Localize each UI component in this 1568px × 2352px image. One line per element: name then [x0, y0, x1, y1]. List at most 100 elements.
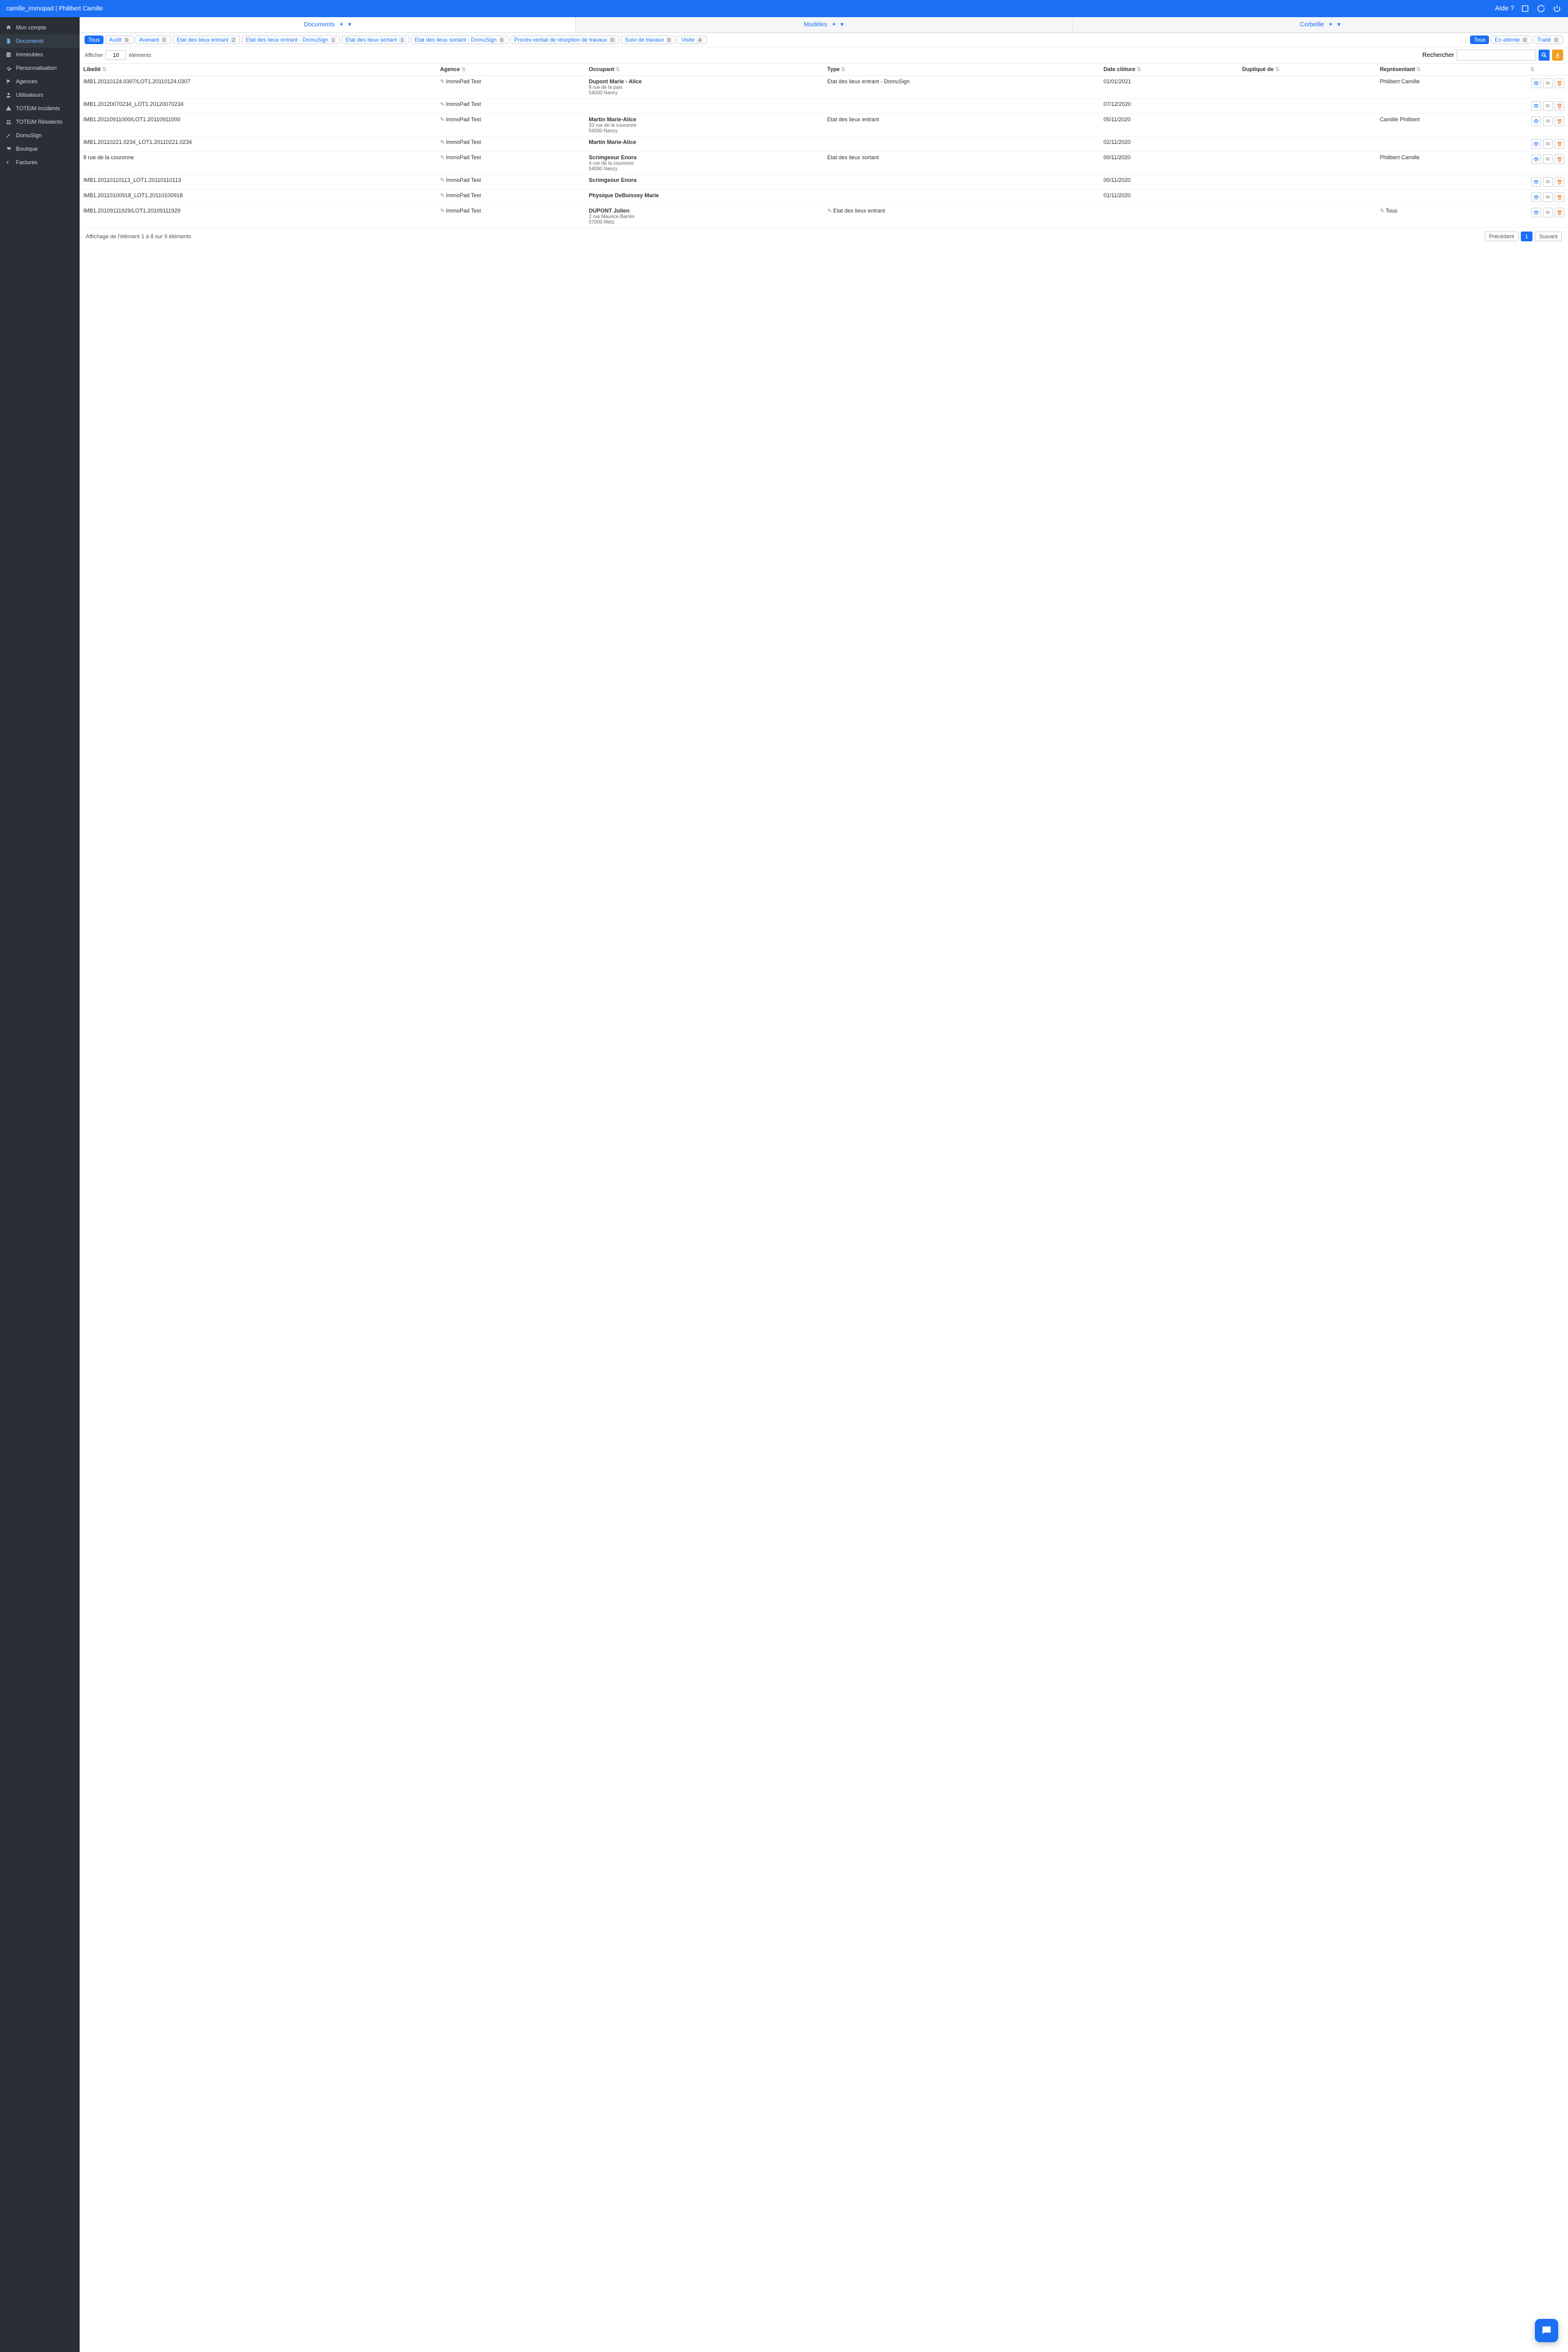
cell-libelle: IMB1.20110124.0307/LOT1.20110124.0307: [80, 76, 437, 99]
tab-modèles[interactable]: Modèles+▾: [576, 17, 1072, 32]
view-button[interactable]: 👁: [1531, 101, 1541, 111]
copy-button[interactable]: ⧉: [1543, 78, 1553, 88]
col-actions[interactable]: ⇅: [1525, 64, 1568, 76]
chat-fab[interactable]: [1535, 2319, 1558, 2342]
table-row[interactable]: IMB1.20120070234_LOT1.20120070234✎ImmoPa…: [80, 99, 1568, 114]
delete-button[interactable]: 🗑: [1555, 101, 1564, 111]
edit-icon[interactable]: ✎: [440, 116, 445, 123]
sidebar-item-utilisateurs[interactable]: Utilisateurs: [0, 88, 80, 102]
copy-button[interactable]: ⧉: [1543, 139, 1553, 149]
table-row[interactable]: IMB1.20110911000/LOT1.20110911000✎ImmoPa…: [80, 114, 1568, 137]
filter-etat-des-lieux-entrant-domusign[interactable]: Etat des lieux entrant - DomuSign1: [242, 36, 340, 44]
copy-button[interactable]: ⧉: [1543, 192, 1553, 202]
chip-label: Audit: [109, 37, 122, 43]
table-row[interactable]: IMB1.20110221.0234_LOT1.20110221.0234✎Im…: [80, 137, 1568, 152]
sidebar-item-domusign[interactable]: DomuSign: [0, 129, 80, 142]
col-occupant[interactable]: Occupant⇅: [585, 64, 823, 76]
view-button[interactable]: 👁: [1531, 208, 1541, 217]
filter-proc-s-verbal-de-r-ception-de-travaux[interactable]: Procès-verbal de réception de travaux0: [510, 36, 619, 44]
sidebar-item-toteim-r-sidents[interactable]: TOTEiM Résidents: [0, 115, 80, 129]
filter-trait-[interactable]: Traité0: [1534, 36, 1563, 44]
search-button[interactable]: [1539, 50, 1550, 61]
col-agence[interactable]: Agence⇅: [437, 64, 586, 76]
chip-count: 0: [1553, 37, 1559, 43]
filter-tous[interactable]: Tous: [85, 36, 104, 44]
view-button[interactable]: 👁: [1531, 154, 1541, 164]
col-repr-sentant[interactable]: Représentant⇅: [1376, 64, 1525, 76]
copy-button[interactable]: ⧉: [1543, 116, 1553, 126]
sidebar-item-documents[interactable]: Documents: [0, 34, 80, 48]
notification-icon[interactable]: [1520, 4, 1530, 13]
col-date-cl-ture[interactable]: Date clôture⇅: [1100, 64, 1238, 76]
filter-suivi-de-travaux[interactable]: Suivi de travaux0: [621, 36, 676, 44]
col-type[interactable]: Type⇅: [824, 64, 1100, 76]
filter-en-attente[interactable]: En attente0: [1491, 36, 1532, 44]
help-link[interactable]: Aide ?: [1495, 5, 1514, 12]
delete-button[interactable]: 🗑: [1555, 78, 1564, 88]
tab-corbeille[interactable]: Corbeille + ▾: [1072, 17, 1568, 32]
filter-etat-des-lieux-sortant-domusign[interactable]: Etat des lieux sortant - DomuSign0: [411, 36, 509, 44]
table-row[interactable]: IMB1.20110124.0307/LOT1.20110124.0307✎Im…: [80, 76, 1568, 99]
table-row[interactable]: IMB1.20110100918_LOT1.20110100918✎ImmoPa…: [80, 190, 1568, 205]
edit-icon[interactable]: ✎: [440, 154, 445, 160]
table-row[interactable]: 8 rue de la couronne✎ImmoPad TestScrimge…: [80, 152, 1568, 175]
add-icon[interactable]: +: [340, 21, 344, 28]
col-libell-[interactable]: Libellé⇅: [80, 64, 437, 76]
copy-button[interactable]: ⧉: [1543, 208, 1553, 217]
delete-button[interactable]: 🗑: [1555, 177, 1564, 187]
chip-label: Suivi de travaux: [625, 37, 664, 43]
user-icon[interactable]: ▾: [348, 21, 351, 28]
delete-button[interactable]: 🗑: [1555, 116, 1564, 126]
sidebar-item-boutique[interactable]: Boutique: [0, 142, 80, 156]
sidebar-item-agences[interactable]: Agences: [0, 75, 80, 88]
page-size-input[interactable]: [105, 50, 126, 60]
copy-button[interactable]: ⧉: [1543, 154, 1553, 164]
copy-button[interactable]: ⧉: [1543, 177, 1553, 187]
power-icon[interactable]: [1552, 4, 1562, 13]
delete-button[interactable]: 🗑: [1555, 139, 1564, 149]
delete-button[interactable]: 🗑: [1555, 208, 1564, 217]
filter-etat-des-lieux-sortant[interactable]: Etat des lieux sortant1: [342, 36, 409, 44]
delete-button[interactable]: 🗑: [1555, 154, 1564, 164]
sidebar-item-mon-compte[interactable]: Mon compte: [0, 21, 80, 34]
view-button[interactable]: 👁: [1531, 177, 1541, 187]
sidebar-item-factures[interactable]: €Factures: [0, 156, 80, 169]
search-input[interactable]: [1457, 50, 1536, 61]
view-button[interactable]: 👁: [1531, 78, 1541, 88]
refresh-icon[interactable]: [1536, 4, 1546, 13]
filter-tous[interactable]: Tous: [1470, 36, 1489, 44]
sidebar-item-immeubles[interactable]: Immeubles: [0, 48, 80, 61]
table-row[interactable]: IMB1.20109111929/LOT1.20109111929✎ImmoPa…: [80, 205, 1568, 228]
table-row[interactable]: IMB1.20110110113_LOT1.20110110113✎ImmoPa…: [80, 175, 1568, 190]
view-button[interactable]: 👁: [1531, 139, 1541, 149]
filter-avenant[interactable]: Avenant0: [135, 36, 171, 44]
page-number[interactable]: 1: [1521, 232, 1532, 241]
filter-audit[interactable]: Audit0: [105, 36, 134, 44]
edit-icon[interactable]: ✎: [440, 208, 445, 214]
download-button[interactable]: [1552, 50, 1563, 61]
view-button[interactable]: 👁: [1531, 116, 1541, 126]
next-page[interactable]: Suivant: [1535, 232, 1562, 241]
user-icon[interactable]: ▾: [1337, 21, 1340, 28]
filter-etat-des-lieux-entrant[interactable]: Etat des lieux entrant2: [173, 36, 240, 44]
edit-icon[interactable]: ✎: [440, 192, 445, 198]
tab-label: Corbeille: [1300, 21, 1324, 28]
sidebar-item-toteim-incidents[interactable]: TOTEiM Incidents: [0, 102, 80, 115]
edit-icon[interactable]: ✎: [440, 78, 445, 85]
tab-documents[interactable]: Documents+▾: [80, 17, 576, 32]
delete-button[interactable]: 🗑: [1555, 192, 1564, 202]
edit-icon[interactable]: ✎: [440, 101, 445, 107]
edit-icon[interactable]: ✎: [440, 139, 445, 145]
edit-icon[interactable]: ✎: [1380, 208, 1385, 214]
user-icon[interactable]: ▾: [840, 21, 843, 28]
view-button[interactable]: 👁: [1531, 192, 1541, 202]
prev-page[interactable]: Précédent: [1485, 232, 1518, 241]
filter-visite[interactable]: Visite4: [677, 36, 706, 44]
copy-button[interactable]: ⧉: [1543, 101, 1553, 111]
add-icon[interactable]: +: [1329, 21, 1333, 28]
col-dupliqu-de[interactable]: Dupliqué de⇅: [1238, 64, 1376, 76]
edit-icon[interactable]: ✎: [827, 208, 832, 214]
edit-icon[interactable]: ✎: [440, 177, 445, 183]
add-icon[interactable]: +: [832, 21, 835, 28]
sidebar-item-personnalisation[interactable]: Personnalisation: [0, 61, 80, 75]
